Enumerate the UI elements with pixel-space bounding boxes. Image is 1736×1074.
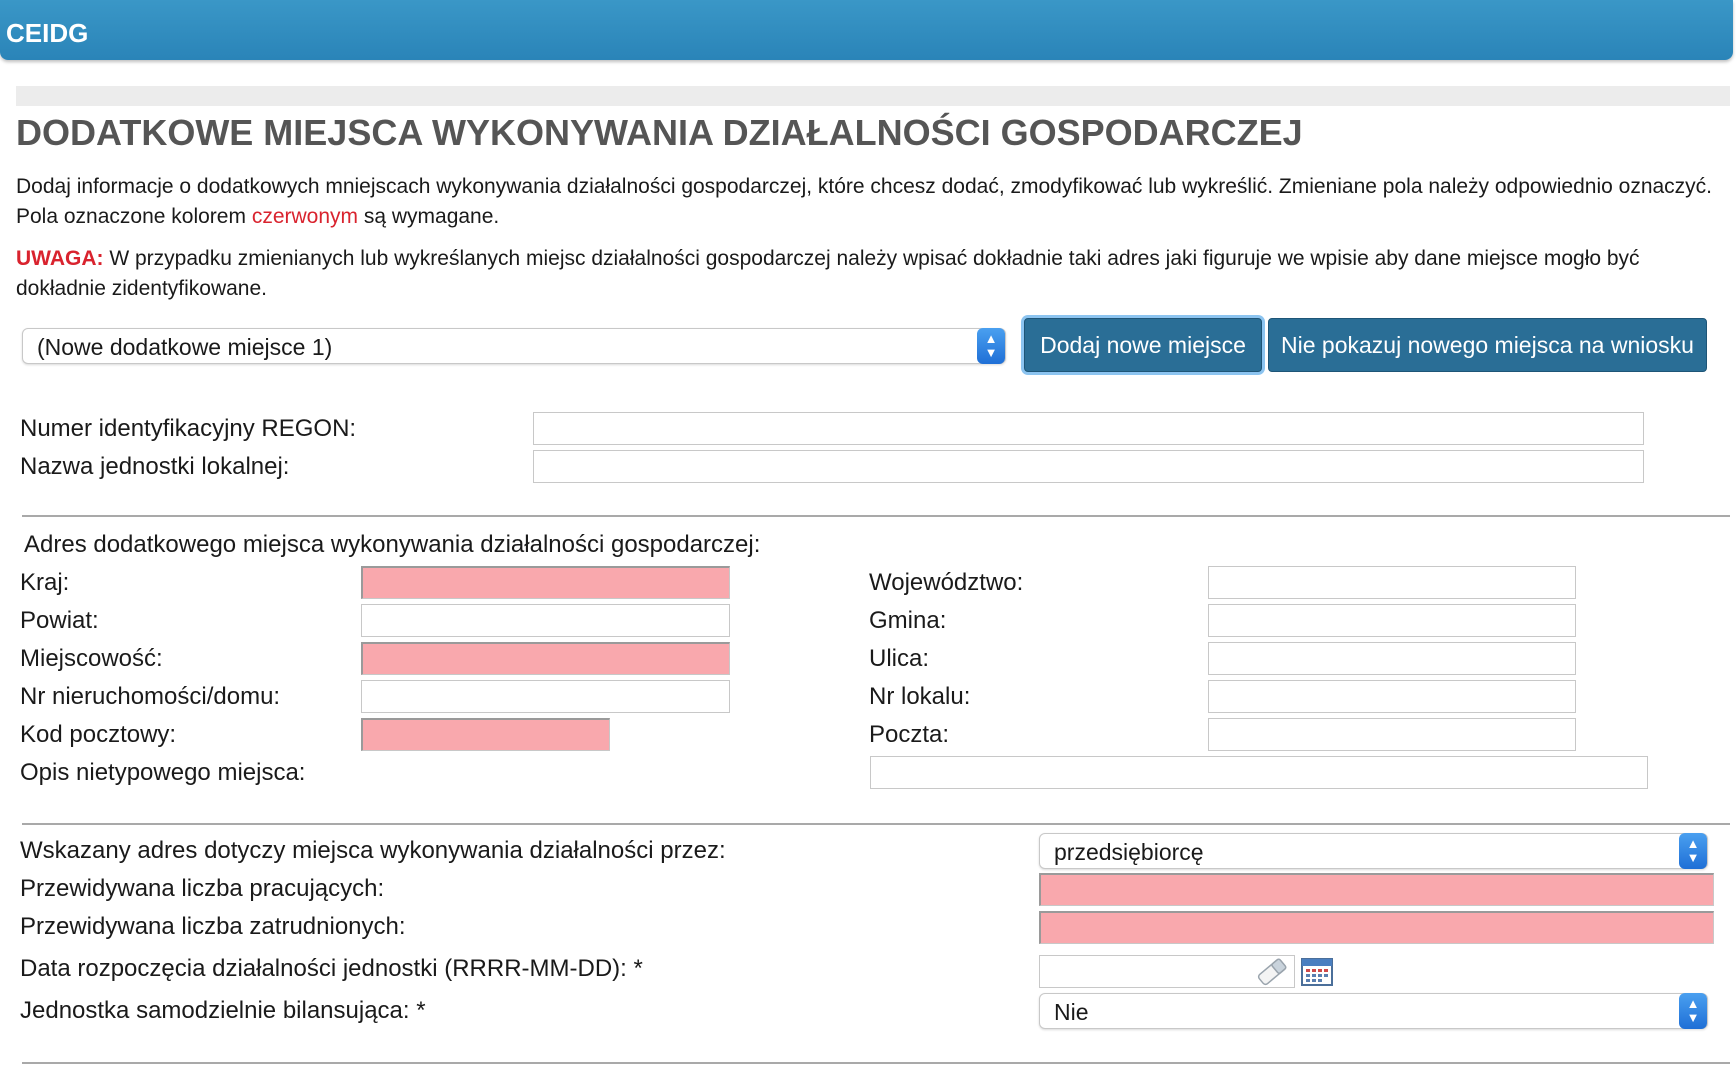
address-section-label: Adres dodatkowego miejsca wykonywania dz…	[24, 531, 761, 558]
zatrudnionych-label: Przewidywana liczba zatrudnionych:	[20, 913, 406, 940]
kraj-input[interactable]	[361, 566, 730, 599]
intro-text-2: są wymagane.	[358, 205, 500, 228]
gmina-input[interactable]	[1208, 604, 1576, 637]
kod-pocztowy-input[interactable]	[361, 718, 610, 751]
kod-pocztowy-label: Kod pocztowy:	[20, 721, 177, 748]
nr-lokalu-input[interactable]	[1208, 680, 1576, 713]
app-header: CEIDG	[0, 0, 1733, 60]
select-updown-arrow-icon: ▲ ▼	[1679, 993, 1707, 1029]
opis-label: Opis nietypowego miejsca:	[20, 759, 306, 786]
powiat-label: Powiat:	[20, 607, 99, 634]
opis-input[interactable]	[870, 756, 1648, 789]
eraser-icon[interactable]	[1254, 957, 1290, 987]
section-divider-3	[22, 1062, 1730, 1064]
ulica-label: Ulica:	[869, 645, 930, 672]
nr-domu-label: Nr nieruchomości/domu:	[20, 683, 281, 710]
gmina-label: Gmina:	[869, 607, 947, 634]
app-title: CEIDG	[6, 18, 89, 48]
dotyczy-select-value: przedsiębiorcę	[1054, 839, 1204, 865]
zatrudnionych-input[interactable]	[1039, 911, 1714, 944]
bilansujaca-label: Jednostka samodzielnie bilansująca: *	[20, 997, 426, 1024]
page-title: DODATKOWE MIEJSCA WYKONYWANIA DZIAŁALNOŚ…	[16, 112, 1303, 153]
add-new-place-button[interactable]: Dodaj nowe miejsce	[1024, 318, 1262, 372]
hide-new-place-button[interactable]: Nie pokazuj nowego miejsca na wniosku	[1268, 318, 1707, 372]
grey-separator-bar	[16, 86, 1730, 106]
select-updown-arrow-icon: ▲ ▼	[1679, 833, 1707, 869]
nr-lokalu-label: Nr lokalu:	[869, 683, 971, 710]
poczta-label: Poczta:	[869, 721, 950, 748]
section-divider-2	[22, 823, 1730, 825]
intro-paragraph: Dodaj informacje o dodatkowych mniejscac…	[16, 172, 1716, 232]
data-rozpoczecia-label: Data rozpoczęcia działalności jednostki …	[20, 955, 643, 982]
dotyczy-label: Wskazany adres dotyczy miejsca wykonywan…	[20, 837, 726, 864]
miejscowosc-input[interactable]	[361, 642, 730, 675]
bilansujaca-select[interactable]: Nie ▲ ▼	[1039, 993, 1708, 1029]
dotyczy-select[interactable]: przedsiębiorcę ▲ ▼	[1039, 833, 1708, 869]
select-updown-arrow-icon: ▲ ▼	[977, 328, 1005, 364]
intro-red-word: czerwonym	[251, 205, 359, 228]
warning-text: W przypadku zmienianych lub wykreślanych…	[16, 247, 1640, 300]
warning-label: UWAGA:	[16, 247, 104, 270]
unit-name-label: Nazwa jednostki lokalnej:	[20, 453, 290, 480]
place-select[interactable]: (Nowe dodatkowe miejsce 1) ▲ ▼	[22, 328, 1006, 364]
wojewodztwo-input[interactable]	[1208, 566, 1576, 599]
unit-name-input[interactable]	[533, 450, 1644, 483]
pracujacych-input[interactable]	[1039, 873, 1714, 906]
poczta-input[interactable]	[1208, 718, 1576, 751]
regon-label: Numer identyfikacyjny REGON:	[20, 415, 357, 442]
bilansujaca-select-value: Nie	[1054, 999, 1089, 1025]
section-divider	[22, 515, 1730, 517]
nr-domu-input[interactable]	[361, 680, 730, 713]
wojewodztwo-label: Województwo:	[869, 569, 1024, 596]
powiat-input[interactable]	[361, 604, 730, 637]
pracujacych-label: Przewidywana liczba pracujących:	[20, 875, 385, 902]
warning-paragraph: UWAGA: W przypadku zmienianych lub wykre…	[16, 244, 1716, 304]
regon-input[interactable]	[533, 412, 1644, 445]
kraj-label: Kraj:	[20, 569, 70, 596]
place-select-value: (Nowe dodatkowe miejsce 1)	[37, 334, 333, 360]
calendar-icon[interactable]	[1300, 955, 1334, 987]
ulica-input[interactable]	[1208, 642, 1576, 675]
miejscowosc-label: Miejscowość:	[20, 645, 163, 672]
